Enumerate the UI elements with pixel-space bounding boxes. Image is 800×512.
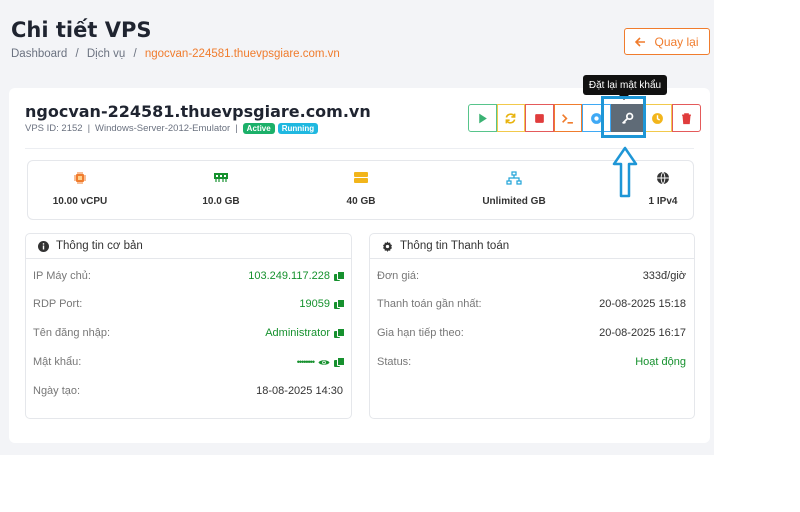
back-button-label: Quay lại <box>654 34 699 49</box>
schedule-button[interactable] <box>643 104 672 132</box>
last-payment-value: 20-08-2025 15:18 <box>599 298 686 310</box>
info-label: Mật khẩu: <box>33 356 82 368</box>
breadcrumb-services[interactable]: Dịch vụ <box>87 48 125 60</box>
info-row-rdp-port: RDP Port: 19059 <box>33 296 345 312</box>
info-row-ip: IP Máy chủ: 103.249.117.228 <box>33 268 345 284</box>
basic-info-title: Thông tin cơ bản <box>56 240 143 252</box>
vps-meta: VPS ID: 2152 | Windows-Server-2012-Emula… <box>25 123 321 134</box>
header-divider <box>25 148 694 149</box>
billing-label: Đơn giá: <box>377 270 420 282</box>
billing-info-panel: Thông tin Thanh toán Đơn giá: 333đ/giờ T… <box>369 233 695 419</box>
breadcrumb-separator: / <box>75 48 79 60</box>
gear-icon <box>383 240 392 252</box>
billing-label: Gia hạn tiếp theo: <box>377 327 464 339</box>
meta-separator: | <box>235 123 238 134</box>
info-row-username: Tên đăng nhập: Administrator <box>33 325 345 341</box>
created-value: 18-08-2025 14:30 <box>256 385 343 397</box>
clock-icon <box>652 112 664 124</box>
breadcrumb: Dashboard / Dịch vụ / ngocvan-224581.thu… <box>11 48 340 60</box>
info-icon <box>38 240 49 252</box>
globe-icon <box>657 171 669 185</box>
stat-cpu: 10.00 vCPU <box>30 171 130 207</box>
back-button[interactable]: Quay lại <box>624 28 710 55</box>
cpu-icon <box>74 172 86 184</box>
action-toolbar <box>468 104 701 132</box>
console-icon <box>562 113 574 124</box>
billing-row-next-renewal: Gia hạn tiếp theo: 20-08-2025 16:17 <box>377 325 686 341</box>
basic-info-header: Thông tin cơ bản <box>26 234 351 259</box>
copy-icon[interactable] <box>334 328 345 338</box>
billing-info-header: Thông tin Thanh toán <box>370 234 694 259</box>
network-icon <box>506 171 522 185</box>
billing-row-status: Status: Hoạt động <box>377 354 686 370</box>
stat-cpu-value: 10.00 vCPU <box>52 196 108 207</box>
eye-icon[interactable] <box>318 358 330 367</box>
copy-icon[interactable] <box>334 271 345 281</box>
ip-value: 103.249.117.228 <box>248 270 330 282</box>
delete-button[interactable] <box>672 104 701 132</box>
disk-icon <box>354 172 368 183</box>
vps-id: VPS ID: 2152 <box>25 123 83 134</box>
stat-bandwidth-value: Unlimited GB <box>482 196 546 207</box>
password-value: •••••••• <box>296 357 315 367</box>
restart-button[interactable] <box>496 104 525 132</box>
billing-row-price: Đơn giá: 333đ/giờ <box>377 268 686 284</box>
basic-info-panel: Thông tin cơ bản IP Máy chủ: 103.249.117… <box>25 233 352 419</box>
billing-info-title: Thông tin Thanh toán <box>400 240 510 252</box>
restart-icon <box>505 112 516 124</box>
info-label: IP Máy chủ: <box>33 270 91 282</box>
vps-detail-card: ngocvan-224581.thuevpsgiare.com.vn VPS I… <box>9 88 710 443</box>
vps-os: Windows-Server-2012-Emulator <box>95 123 231 134</box>
info-label: Tên đăng nhập: <box>33 327 111 339</box>
billing-label: Status: <box>377 356 412 368</box>
arrow-left-icon <box>635 36 646 47</box>
info-row-created: Ngày tạo: 18-08-2025 14:30 <box>33 383 343 399</box>
status-badge-active: Active <box>242 123 275 134</box>
reset-password-tooltip: Đặt lại mật khẩu <box>583 75 667 100</box>
stat-disk-value: 40 GB <box>346 196 376 207</box>
resource-stats: 10.00 vCPU 10.0 GB 40 GB Unlimited GB 1 … <box>27 160 694 220</box>
console-button[interactable] <box>553 104 582 132</box>
status-badge-running: Running <box>277 123 319 134</box>
info-label: Ngày tạo: <box>33 385 81 397</box>
status-value: Hoạt động <box>635 356 686 368</box>
price-value: 333đ/giờ <box>642 270 686 282</box>
arrow-up-icon <box>612 146 638 198</box>
copy-icon[interactable] <box>334 357 345 367</box>
play-icon <box>479 113 487 123</box>
breadcrumb-dashboard[interactable]: Dashboard <box>11 48 67 60</box>
page-title: Chi tiết VPS <box>11 18 152 42</box>
vps-hostname: ngocvan-224581.thuevpsgiare.com.vn <box>25 102 371 121</box>
info-label: RDP Port: <box>33 298 83 310</box>
start-button[interactable] <box>468 104 497 132</box>
breadcrumb-separator: / <box>133 48 137 60</box>
stop-icon <box>534 113 544 123</box>
stat-disk: 40 GB <box>311 171 411 207</box>
rdp-port-value: 19059 <box>299 298 330 310</box>
stat-ram-value: 10.0 GB <box>202 196 240 207</box>
highlight-box <box>601 96 646 138</box>
meta-separator: | <box>87 123 91 134</box>
stat-ram: 10.0 GB <box>171 171 271 207</box>
info-row-password: Mật khẩu: •••••••• <box>33 354 345 370</box>
trash-icon <box>681 112 691 124</box>
next-renewal-value: 20-08-2025 16:17 <box>599 327 686 339</box>
username-value: Administrator <box>265 327 330 339</box>
stat-bandwidth: Unlimited GB <box>464 171 564 207</box>
copy-icon[interactable] <box>334 299 345 309</box>
billing-label: Thanh toán gần nhất: <box>377 298 482 310</box>
billing-row-last-payment: Thanh toán gần nhất: 20-08-2025 15:18 <box>377 296 686 312</box>
breadcrumb-current: ngocvan-224581.thuevpsgiare.com.vn <box>144 48 340 60</box>
stop-button[interactable] <box>525 104 554 132</box>
ram-icon <box>214 173 228 182</box>
